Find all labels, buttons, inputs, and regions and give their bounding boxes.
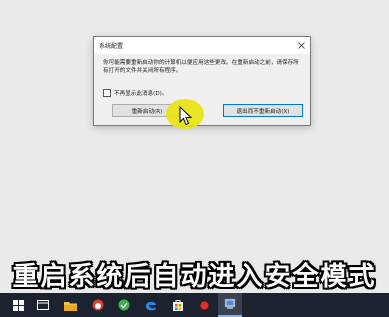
edge-icon — [146, 301, 156, 311]
start-icon — [12, 299, 24, 311]
close-button[interactable] — [293, 37, 310, 54]
system-config-taskbar-button[interactable] — [218, 293, 242, 317]
fox-app-icon — [92, 299, 104, 311]
system-config-icon — [224, 298, 236, 309]
taskbar — [0, 293, 389, 317]
video-caption: 重启系统后自动进入安全模式 — [12, 262, 377, 292]
dialog-title: 系统配置 — [99, 43, 124, 50]
mouse-cursor-icon — [179, 106, 193, 126]
record-icon — [198, 299, 210, 311]
start-button[interactable] — [6, 293, 30, 317]
exit-without-restart-button[interactable]: 退出而不重新启动(X) — [223, 104, 303, 117]
checkbox-box[interactable] — [103, 89, 111, 97]
dialog-message: 你可能需要重新启动你的计算机以便应用这些更改。在重新启动之前，请保存所有打开的文… — [103, 60, 299, 74]
store-icon — [173, 300, 183, 311]
task-view-icon — [37, 300, 49, 310]
checkbox-label: 不再显示此消息(D)。 — [114, 91, 168, 97]
close-icon — [298, 42, 305, 49]
green-app-icon — [118, 299, 130, 311]
fox-app-button[interactable] — [86, 293, 110, 317]
file-explorer-button[interactable] — [58, 293, 82, 317]
record-button[interactable] — [192, 293, 216, 317]
store-button[interactable] — [166, 293, 190, 317]
task-view-button[interactable] — [31, 293, 55, 317]
file-explorer-icon — [63, 301, 77, 311]
dont-show-again-checkbox[interactable]: 不再显示此消息(D)。 — [103, 89, 167, 97]
dialog-titlebar: 系统配置 — [94, 37, 310, 54]
green-app-button[interactable] — [112, 293, 136, 317]
edge-button[interactable] — [139, 293, 163, 317]
